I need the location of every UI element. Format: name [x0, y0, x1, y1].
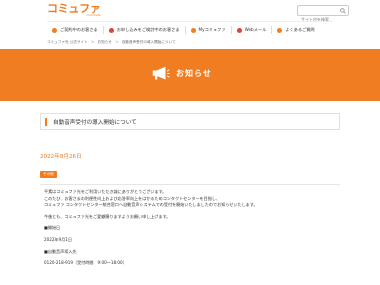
banner-heading: お知らせ: [152, 66, 212, 81]
mail-icon: [236, 27, 242, 33]
breadcrumb-news-link[interactable]: お知らせ: [98, 40, 112, 44]
nav-item-label: お申し込みをご検討中のお客さま: [116, 27, 180, 32]
body-line: ■開始日: [44, 225, 61, 231]
search-box[interactable]: [297, 5, 349, 24]
page-banner: お知らせ: [0, 49, 380, 101]
nav-item-prospective-customers[interactable]: お申し込みをご検討中のお客さま: [104, 22, 185, 39]
page-title: お知らせ: [176, 69, 212, 78]
nav-item-label: ご契約中のお客さま: [60, 27, 98, 32]
article: 自動音声受付の導入開始について 2022年8月26日 その他 平素はコミュファ光…: [40, 113, 340, 284]
breadcrumb: コミュファ光 公式サイト ＞ お知らせ ＞ 自動音声受付の導入開始について: [47, 40, 178, 45]
nav-item-label: Myコミュファ: [198, 27, 226, 32]
body-line: ■自動音声導入先: [44, 248, 77, 254]
nav-item-my-commufa[interactable]: Myコミュファ: [186, 22, 231, 39]
headline-accent-bar: [45, 118, 47, 126]
breadcrumb-separator: ＞: [90, 40, 95, 44]
megaphone-icon: [152, 66, 170, 80]
article-headline-box: 自動音声受付の導入開始について: [40, 113, 340, 130]
document-icon: [108, 27, 114, 33]
body-line: 平素はコミュファ光をご利用いただき誠にありがとうございます。: [44, 189, 167, 194]
search-icon[interactable]: [340, 8, 346, 14]
user-icon: [52, 27, 57, 33]
nav-item-current-customers[interactable]: ご契約中のお客さま: [47, 22, 103, 39]
body-line: コミュファ コンタクトセンター統合窓口へ自動音声システムでの受付を開始いたしまし…: [44, 202, 258, 208]
article-body: 平素はコミュファ光をご利用いただき誠にありがとうございます。 このたび、お客さま…: [40, 184, 340, 284]
breadcrumb-home-link[interactable]: コミュファ光 公式サイト: [47, 40, 88, 44]
global-nav: ご契約中のお客さま お申し込みをご検討中のお客さま Myコミュファ Webメール…: [47, 21, 333, 38]
body-line: 2022年9月1日: [44, 236, 72, 242]
heart-icon: [190, 27, 196, 33]
nav-item-label: よくあるご質問: [285, 27, 315, 32]
breadcrumb-separator: ＞: [115, 40, 119, 44]
body-line: 今後とも、コミュファ光をご愛顧賜りますようお願い申し上げます。: [44, 213, 171, 219]
article-date: 2022年8月26日: [40, 154, 82, 160]
commufa-logo[interactable]: コミュファ commufa: [47, 3, 101, 17]
article-headline: 自動音声受付の導入開始について: [53, 120, 137, 126]
category-badge: その他: [40, 171, 57, 178]
nav-item-webmail[interactable]: Webメール: [232, 22, 272, 39]
question-icon: [277, 27, 283, 33]
nav-item-label: Webメール: [244, 27, 267, 32]
nav-item-faq[interactable]: よくあるご質問: [272, 22, 319, 39]
site-header: コミュファ commufa: [0, 0, 380, 24]
body-line: 0120-218-919（受付時間 9:00～18:00）: [44, 260, 127, 266]
breadcrumb-current: 自動音声受付の導入開始について: [121, 40, 176, 44]
